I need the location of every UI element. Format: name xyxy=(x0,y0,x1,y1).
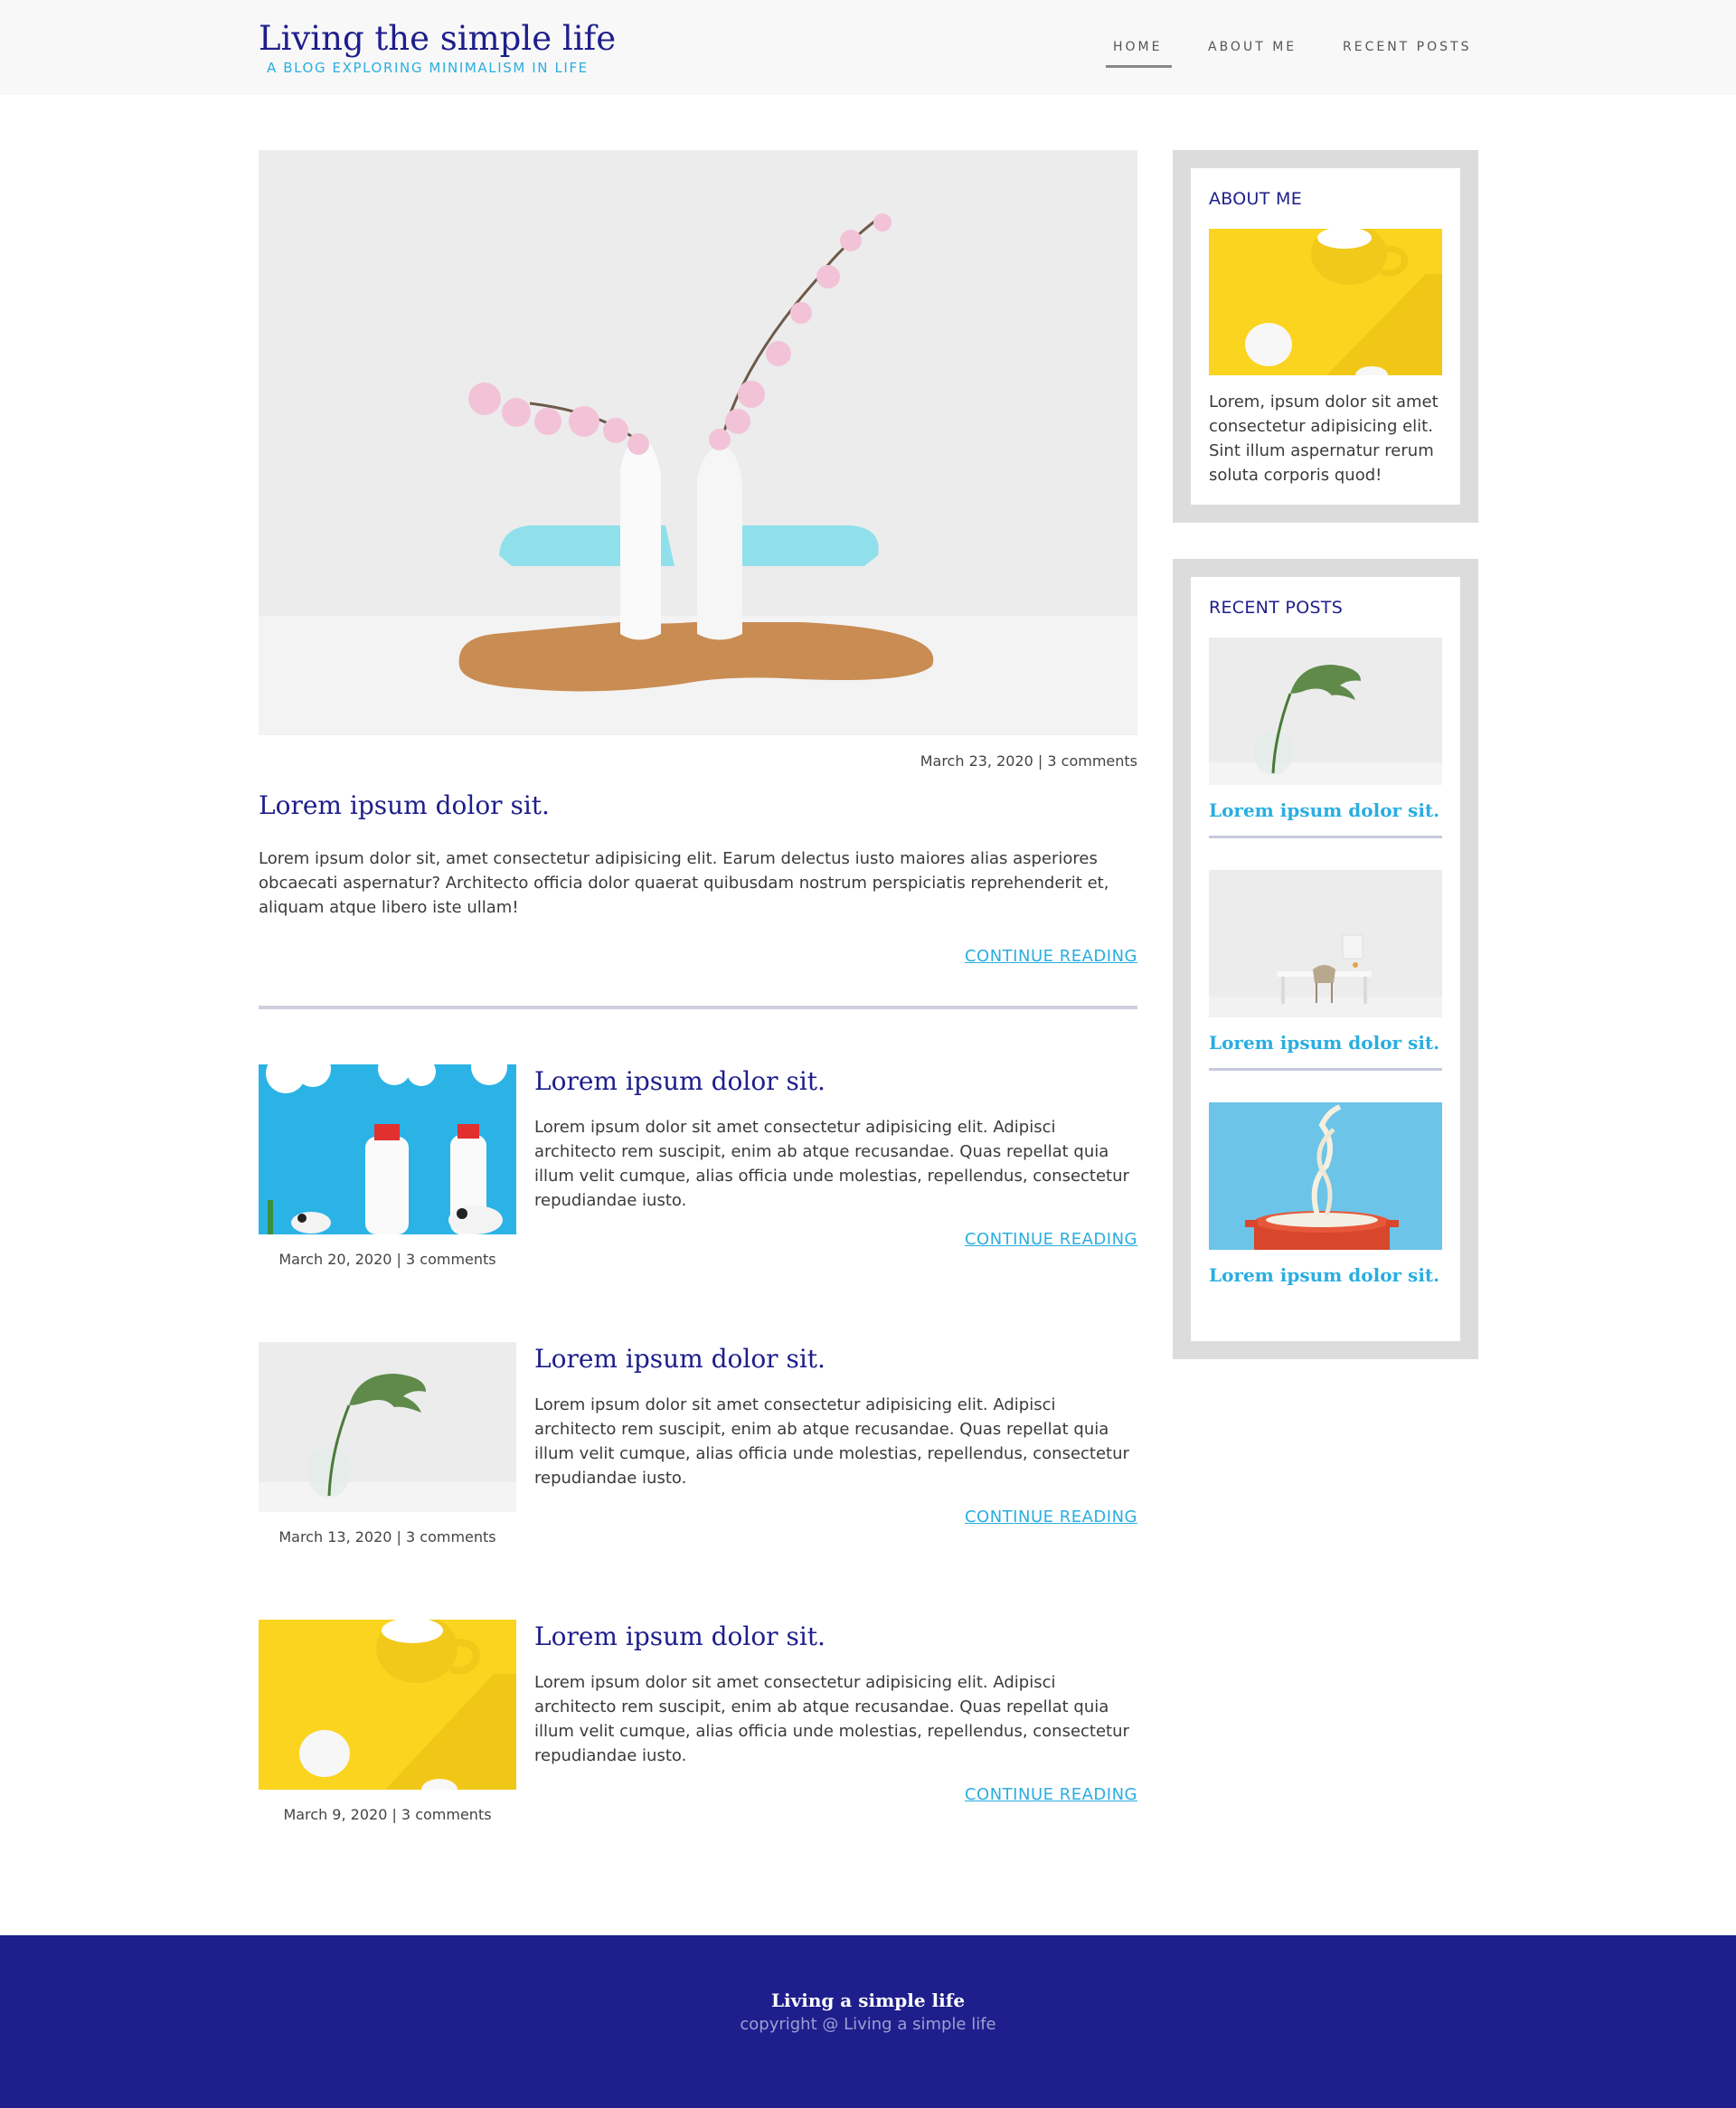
recent-post-image[interactable] xyxy=(1209,638,1442,785)
main-nav: HOME ABOUT ME RECENT POSTS xyxy=(0,40,1736,67)
about-heading: ABOUT ME xyxy=(1209,189,1303,209)
yellow-cup-and-egg-image xyxy=(259,1620,516,1790)
featured-image[interactable] xyxy=(259,150,1137,735)
post-meta: March 13, 2020 | 3 comments xyxy=(278,1528,496,1546)
post-thumbnail[interactable] xyxy=(259,1064,516,1234)
monstera-leaf-in-glass-image xyxy=(259,1342,516,1512)
site-header: Living the simple life A BLOG EXPLORING … xyxy=(0,0,1736,95)
sidebar-about-widget: ABOUT ME Lorem, ipsum dolor sit amet con… xyxy=(1173,150,1478,523)
recent-post-image[interactable] xyxy=(1209,870,1442,1017)
vases-with-cherry-blossom-image xyxy=(259,150,1137,735)
recent-post-divider xyxy=(1209,836,1442,838)
featured-post-meta: March 23, 2020 | 3 comments xyxy=(920,752,1137,770)
post-excerpt: Lorem ipsum dolor sit amet consectetur a… xyxy=(534,1118,1129,1210)
recent-post-item[interactable]: Lorem ipsum dolor sit. xyxy=(1209,1102,1442,1286)
recent-post-image[interactable] xyxy=(1209,1102,1442,1250)
recent-post-item[interactable]: Lorem ipsum dolor sit. xyxy=(1209,638,1442,838)
footer-title: Living a simple life xyxy=(770,1990,966,2011)
nav-recent-posts[interactable]: RECENT POSTS xyxy=(1343,40,1471,54)
featured-continue-reading-link[interactable]: CONTINUE READING xyxy=(685,947,1137,966)
section-divider xyxy=(259,1006,1137,1009)
nav-home[interactable]: HOME xyxy=(1113,40,1162,54)
post-item: Lorem ipsum dolor sit. Lorem ipsum dolor… xyxy=(259,1342,1137,1577)
nav-about-me[interactable]: ABOUT ME xyxy=(1208,40,1297,54)
post-title[interactable]: Lorem ipsum dolor sit. xyxy=(534,1344,826,1374)
post-thumbnail[interactable] xyxy=(259,1620,516,1790)
recent-post-title[interactable]: Lorem ipsum dolor sit. xyxy=(1209,1032,1442,1054)
site-footer: Living a simple life copyright @ Living … xyxy=(0,1935,1736,2108)
noodle-pot-image xyxy=(1209,1102,1442,1250)
desk-and-chair-image xyxy=(1209,870,1442,1017)
milk-bottles-image xyxy=(259,1064,516,1234)
post-item: Lorem ipsum dolor sit. Lorem ipsum dolor… xyxy=(259,1064,1137,1300)
about-image xyxy=(1209,229,1442,375)
post-excerpt: Lorem ipsum dolor sit amet consectetur a… xyxy=(534,1673,1129,1765)
sidebar-about-card: ABOUT ME Lorem, ipsum dolor sit amet con… xyxy=(1191,168,1460,505)
sidebar-recent-card: RECENT POSTS Lorem ipsum dolor sit. Lore… xyxy=(1191,577,1460,1341)
yellow-cup-and-egg-image xyxy=(1209,229,1442,375)
monstera-leaf-in-glass-image xyxy=(1209,638,1442,785)
post-item: Lorem ipsum dolor sit. Lorem ipsum dolor… xyxy=(259,1620,1137,1855)
sidebar-recent-posts-widget: RECENT POSTS Lorem ipsum dolor sit. Lore… xyxy=(1173,559,1478,1359)
post-title[interactable]: Lorem ipsum dolor sit. xyxy=(534,1066,826,1096)
continue-reading-link[interactable]: CONTINUE READING xyxy=(685,1785,1137,1804)
post-meta: March 20, 2020 | 3 comments xyxy=(278,1251,496,1268)
continue-reading-link[interactable]: CONTINUE READING xyxy=(685,1508,1137,1527)
about-text: Lorem, ipsum dolor sit amet consectetur … xyxy=(1209,392,1439,485)
footer-copyright: copyright @ Living a simple life xyxy=(740,2015,996,2034)
post-excerpt: Lorem ipsum dolor sit amet consectetur a… xyxy=(534,1395,1129,1488)
recent-post-divider xyxy=(1209,1068,1442,1071)
featured-post-excerpt: Lorem ipsum dolor sit, amet consectetur … xyxy=(259,849,1109,917)
recent-post-title[interactable]: Lorem ipsum dolor sit. xyxy=(1209,1264,1442,1286)
post-title[interactable]: Lorem ipsum dolor sit. xyxy=(534,1621,826,1651)
recent-post-title[interactable]: Lorem ipsum dolor sit. xyxy=(1209,799,1442,821)
featured-post-title[interactable]: Lorem ipsum dolor sit. xyxy=(259,790,550,820)
recent-posts-heading: RECENT POSTS xyxy=(1209,598,1344,618)
post-meta: March 9, 2020 | 3 comments xyxy=(283,1806,492,1823)
continue-reading-link[interactable]: CONTINUE READING xyxy=(685,1230,1137,1249)
recent-post-item[interactable]: Lorem ipsum dolor sit. xyxy=(1209,870,1442,1071)
post-thumbnail[interactable] xyxy=(259,1342,516,1512)
nav-active-indicator xyxy=(1106,65,1172,68)
